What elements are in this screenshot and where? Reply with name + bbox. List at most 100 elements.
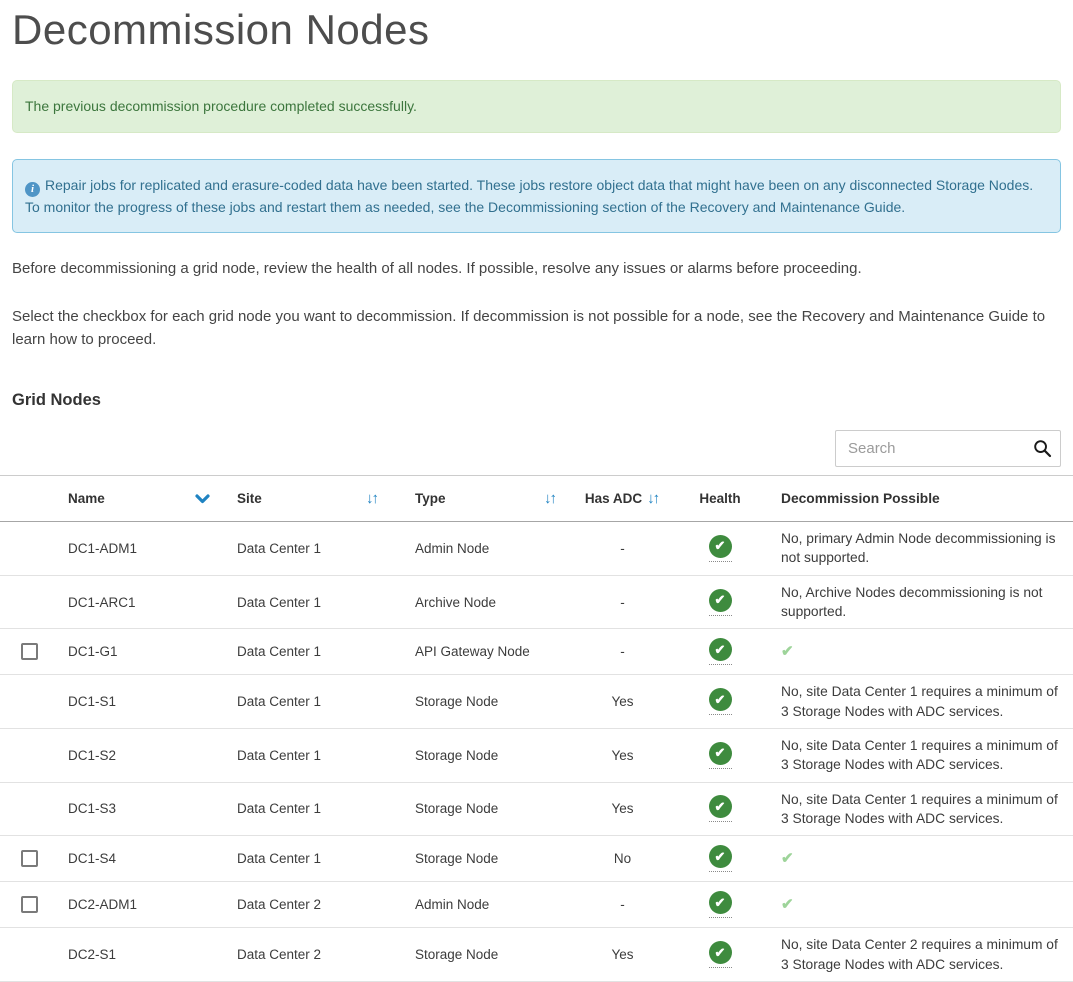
- cell-name: DC1-ARC1: [68, 595, 237, 610]
- cell-decommission-possible: No, site Data Center 1 requires a minimu…: [770, 783, 1061, 836]
- page-title: Decommission Nodes: [12, 6, 1061, 54]
- cell-decommission-possible: No, site Data Center 1 requires a minimu…: [770, 729, 1061, 782]
- cell-type: Admin Node: [415, 897, 575, 912]
- column-header-type-label: Type: [415, 491, 446, 506]
- cell-health: ✔: [670, 742, 770, 769]
- decommission-possible-check-icon: ✔: [781, 896, 794, 913]
- health-ok-icon[interactable]: ✔: [709, 891, 732, 918]
- cell-name: DC1-S4: [68, 851, 237, 866]
- cell-health: ✔: [670, 941, 770, 968]
- cell-has-adc: Yes: [575, 748, 670, 763]
- cell-health: ✔: [670, 638, 770, 665]
- table-row: DC1-S3 Data Center 1 Storage Node Yes ✔ …: [0, 783, 1073, 837]
- cell-site: Data Center 1: [237, 801, 415, 816]
- search-input[interactable]: [835, 430, 1061, 467]
- cell-decommission-possible: ✔: [770, 841, 1061, 876]
- cell-name: DC1-S2: [68, 748, 237, 763]
- table-row: DC1-G1 Data Center 1 API Gateway Node - …: [0, 629, 1073, 675]
- health-ok-icon[interactable]: ✔: [709, 742, 732, 769]
- health-check-glyph: ✔: [709, 845, 732, 868]
- decommission-nodes-page: Decommission Nodes The previous decommis…: [0, 0, 1073, 982]
- health-ok-icon[interactable]: ✔: [709, 589, 732, 616]
- intro-review-health: Before decommissioning a grid node, revi…: [12, 257, 1057, 280]
- cell-health: ✔: [670, 589, 770, 616]
- info-banner: iRepair jobs for replicated and erasure-…: [12, 159, 1061, 234]
- row-checkbox[interactable]: [21, 850, 38, 867]
- info-icon: i: [25, 182, 40, 197]
- table-row: DC1-ARC1 Data Center 1 Archive Node - ✔ …: [0, 576, 1073, 630]
- column-header-decommission-possible: Decommission Possible: [770, 482, 1061, 515]
- cell-checkbox: [12, 850, 68, 867]
- sort-updown-icon: ↓↑: [366, 491, 379, 506]
- cell-health: ✔: [670, 688, 770, 715]
- cell-type: Storage Node: [415, 851, 575, 866]
- column-header-site-label: Site: [237, 491, 262, 506]
- cell-decommission-possible: ✔: [770, 887, 1061, 922]
- cell-name: DC1-S3: [68, 801, 237, 816]
- search-icon[interactable]: [1033, 439, 1052, 458]
- health-check-glyph: ✔: [709, 688, 732, 711]
- column-header-health: Health: [670, 491, 770, 506]
- cell-has-adc: -: [575, 595, 670, 610]
- grid-nodes-heading: Grid Nodes: [12, 391, 1061, 410]
- column-header-has-adc-label: Has ADC: [585, 491, 642, 506]
- cell-site: Data Center 2: [237, 897, 415, 912]
- column-header-type[interactable]: Type ↓↑: [415, 491, 575, 506]
- search-row: [12, 430, 1061, 467]
- sort-desc-chevron-icon: [195, 494, 210, 504]
- search-box: [835, 430, 1061, 467]
- table-row: DC1-S1 Data Center 1 Storage Node Yes ✔ …: [0, 675, 1073, 729]
- cell-type: Admin Node: [415, 541, 575, 556]
- grid-nodes-table: Name Site ↓↑ Type ↓↑: [0, 475, 1073, 982]
- cell-decommission-possible: No, site Data Center 1 requires a minimu…: [770, 675, 1061, 728]
- health-ok-icon[interactable]: ✔: [709, 535, 732, 562]
- table-row: DC2-S1 Data Center 2 Storage Node Yes ✔ …: [0, 928, 1073, 982]
- row-checkbox[interactable]: [21, 896, 38, 913]
- decommission-possible-check-icon: ✔: [781, 850, 794, 867]
- health-ok-icon[interactable]: ✔: [709, 941, 732, 968]
- health-check-glyph: ✔: [709, 891, 732, 914]
- health-check-glyph: ✔: [709, 742, 732, 765]
- health-ok-icon[interactable]: ✔: [709, 845, 732, 872]
- sort-updown-icon: ↓↑: [544, 491, 557, 506]
- cell-type: Archive Node: [415, 595, 575, 610]
- column-header-health-label: Health: [699, 491, 740, 506]
- cell-type: Storage Node: [415, 748, 575, 763]
- table-row: DC1-S2 Data Center 1 Storage Node Yes ✔ …: [0, 729, 1073, 783]
- health-check-glyph: ✔: [709, 589, 732, 612]
- column-header-has-adc[interactable]: Has ADC ↓↑: [575, 491, 670, 506]
- cell-health: ✔: [670, 845, 770, 872]
- cell-site: Data Center 1: [237, 694, 415, 709]
- cell-name: DC2-S1: [68, 947, 237, 962]
- column-header-site[interactable]: Site ↓↑: [237, 491, 415, 506]
- cell-has-adc: -: [575, 541, 670, 556]
- cell-type: API Gateway Node: [415, 644, 575, 659]
- info-banner-text: Repair jobs for replicated and erasure-c…: [25, 177, 1033, 215]
- cell-type: Storage Node: [415, 801, 575, 816]
- cell-checkbox: [12, 643, 68, 660]
- health-ok-icon[interactable]: ✔: [709, 795, 732, 822]
- health-check-glyph: ✔: [709, 638, 732, 661]
- cell-site: Data Center 1: [237, 595, 415, 610]
- column-header-decommission-label: Decommission Possible: [781, 491, 940, 506]
- cell-has-adc: -: [575, 644, 670, 659]
- health-check-glyph: ✔: [709, 535, 732, 558]
- health-ok-icon[interactable]: ✔: [709, 638, 732, 665]
- cell-decommission-possible: ✔: [770, 634, 1061, 669]
- column-header-name[interactable]: Name: [68, 491, 237, 506]
- success-banner: The previous decommission procedure comp…: [12, 80, 1061, 132]
- cell-decommission-possible: No, primary Admin Node decommissioning i…: [770, 522, 1061, 575]
- cell-site: Data Center 1: [237, 644, 415, 659]
- success-banner-text: The previous decommission procedure comp…: [25, 98, 417, 114]
- cell-has-adc: -: [575, 897, 670, 912]
- cell-decommission-possible: No, site Data Center 2 requires a minimu…: [770, 928, 1061, 981]
- health-ok-icon[interactable]: ✔: [709, 688, 732, 715]
- cell-site: Data Center 1: [237, 541, 415, 556]
- cell-name: DC1-G1: [68, 644, 237, 659]
- cell-checkbox: [12, 896, 68, 913]
- intro-select-checkbox: Select the checkbox for each grid node y…: [12, 305, 1057, 352]
- grid-table-header: Name Site ↓↑ Type ↓↑: [0, 476, 1073, 522]
- table-row: DC1-S4 Data Center 1 Storage Node No ✔ ✔: [0, 836, 1073, 882]
- health-check-glyph: ✔: [709, 795, 732, 818]
- row-checkbox[interactable]: [21, 643, 38, 660]
